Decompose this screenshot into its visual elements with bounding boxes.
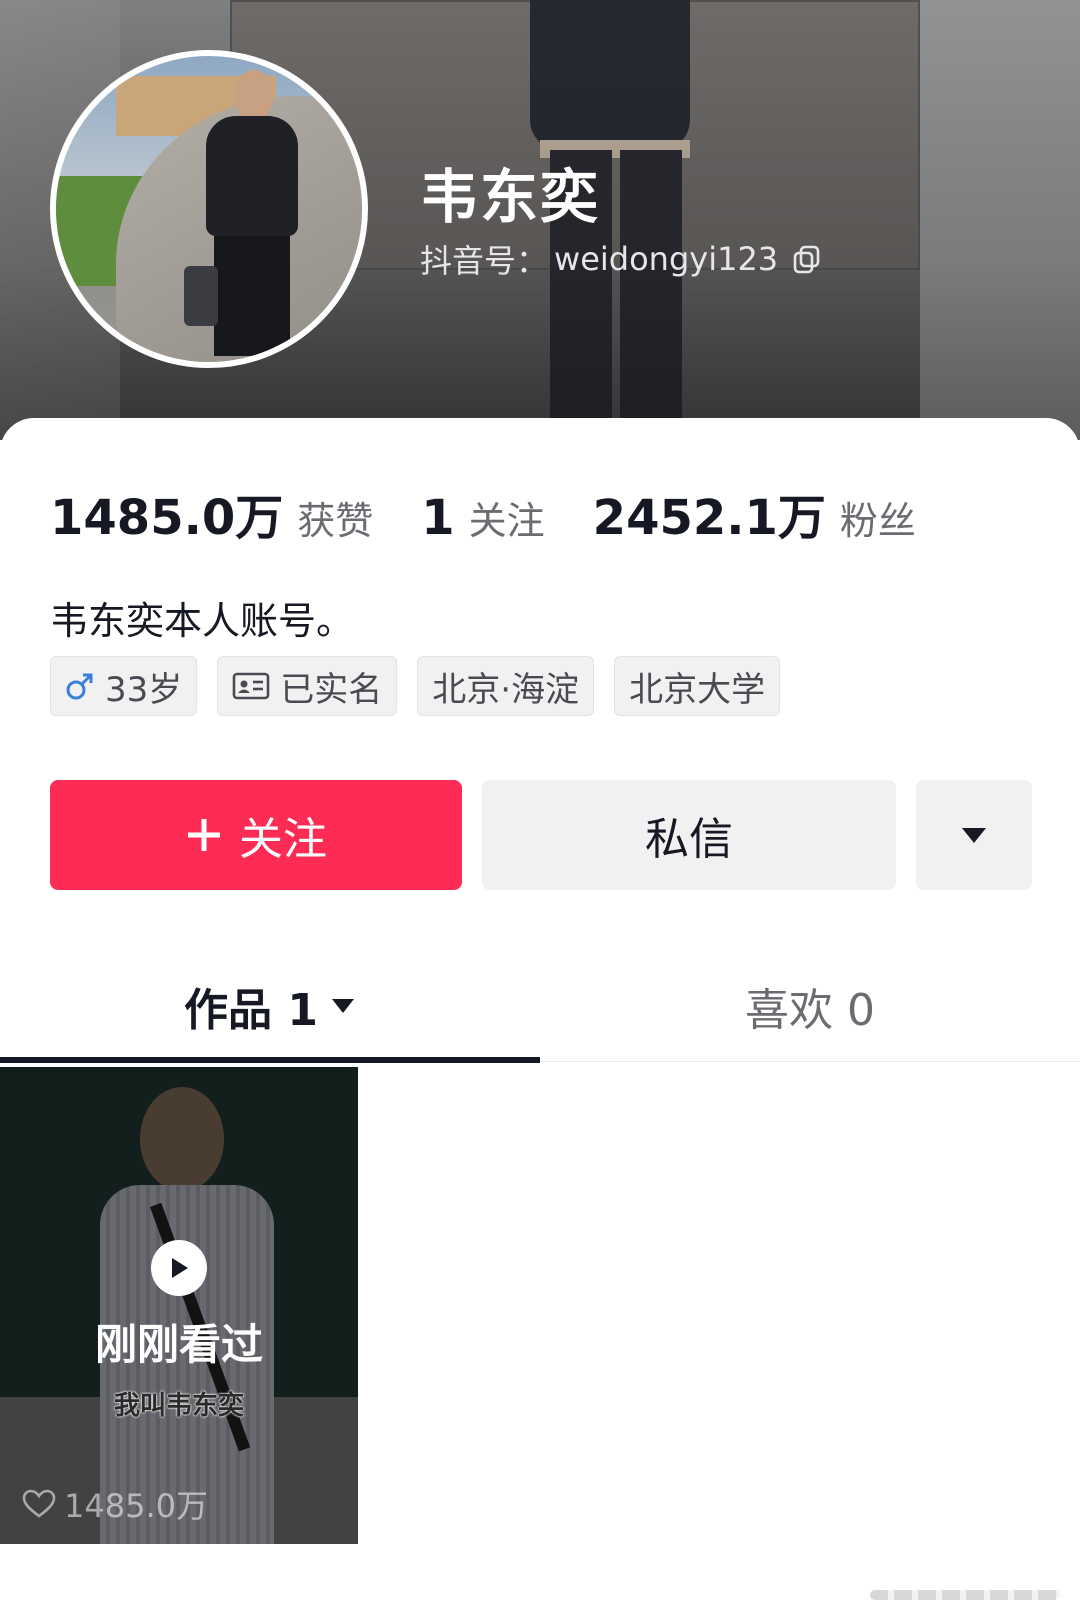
action-buttons: 关注 私信 (50, 780, 1032, 890)
tag-text: 北京·海淀 (432, 669, 580, 710)
tag-school[interactable]: 北京大学 (614, 656, 781, 716)
stat-followers[interactable]: 2452.1万 粉丝 (593, 478, 916, 548)
plus-icon (188, 819, 220, 851)
stat-value: 2452.1万 (592, 490, 826, 546)
tab-label: 喜欢 0 (745, 985, 875, 1036)
tag-location: 北京·海淀 (417, 656, 595, 716)
douyin-id-label: 抖音号： (420, 242, 549, 280)
tag-text: 已实名 (280, 669, 383, 710)
stat-label: 获赞 (297, 499, 374, 543)
copy-icon[interactable] (792, 244, 822, 274)
avatar[interactable] (50, 50, 368, 368)
likes-count: 1485.0万 (64, 1487, 208, 1525)
play-icon (151, 1240, 207, 1296)
stat-label: 粉丝 (839, 499, 916, 543)
douyin-id-value: weidongyi123 (554, 240, 779, 278)
tag-text: 北京大学 (629, 669, 766, 710)
video-caption: 我叫韦东奕 (113, 1391, 244, 1421)
id-card-icon (232, 672, 270, 700)
stats-row: 1485.0万 获赞 1 关注 2452.1万 粉丝 (50, 478, 964, 548)
follow-button[interactable]: 关注 (50, 780, 462, 890)
video-likes: 1485.0万 (22, 1481, 208, 1527)
heart-icon (22, 1489, 56, 1518)
home-indicator[interactable] (870, 1590, 1060, 1600)
caret-down-icon[interactable] (330, 997, 356, 1015)
message-button[interactable]: 私信 (482, 780, 896, 890)
tab-likes[interactable]: 喜欢 0 (540, 950, 1080, 1062)
tab-label: 作品 1 (184, 985, 318, 1036)
male-icon (66, 673, 93, 700)
tab-works[interactable]: 作品 1 (0, 950, 540, 1062)
stat-following[interactable]: 1 关注 (421, 490, 544, 546)
message-label: 私信 (645, 814, 733, 865)
stat-value: 1 (421, 490, 455, 546)
more-button[interactable] (916, 780, 1032, 890)
tag-text: 33岁 (105, 669, 183, 710)
tab-indicator (0, 1057, 540, 1063)
content-tabs: 作品 1 喜欢 0 (0, 950, 1080, 1062)
caret-down-icon (962, 828, 986, 843)
stat-label: 关注 (468, 499, 545, 543)
tag-verified: 已实名 (217, 656, 398, 716)
profile-tags: 33岁 已实名 北京·海淀 北京大学 (50, 656, 781, 716)
just-watched-label: 刚刚看过 (94, 1320, 263, 1369)
video-thumbnail[interactable]: 刚刚看过 我叫韦东奕 1485.0万 (0, 1067, 358, 1544)
profile-bio: 韦东奕本人账号。 (50, 599, 355, 643)
stat-value: 1485.0万 (50, 490, 284, 546)
stat-likes[interactable]: 1485.0万 获赞 (50, 478, 373, 548)
tag-age: 33岁 (50, 656, 198, 716)
profile-name: 韦东奕 (420, 163, 601, 231)
douyin-id[interactable]: 抖音号： weidongyi123 (420, 236, 822, 282)
follow-label: 关注 (239, 814, 327, 865)
